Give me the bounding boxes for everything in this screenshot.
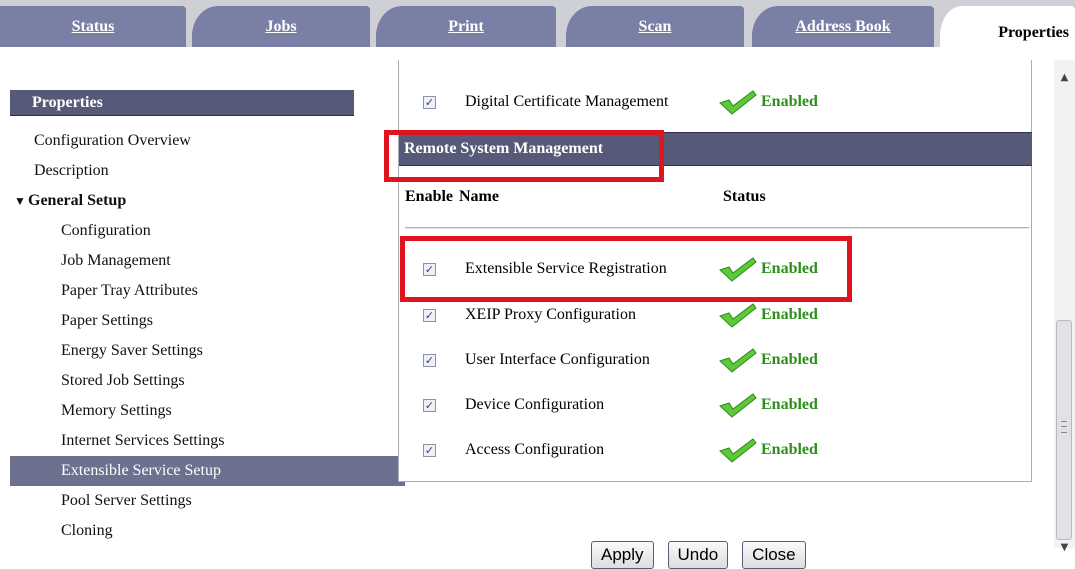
check-mark-icon [719,257,757,282]
table-row: ✓ Extensible Service Registration Enable… [423,254,818,284]
sidebar-item-extensible-service-setup[interactable]: Extensible Service Setup [10,456,405,486]
scroll-up-icon[interactable]: ▲ [1054,68,1075,88]
sidebar-header: Properties [10,90,354,116]
sidebar-item-energy-saver-settings[interactable]: Energy Saver Settings [10,336,362,366]
row-name: User Interface Configuration [465,351,650,368]
check-mark-icon [719,90,757,115]
tab-status[interactable]: Status [0,6,186,47]
sidebar-item-pool-server-settings[interactable]: Pool Server Settings [10,486,362,516]
sidebar-item-paper-settings[interactable]: Paper Settings [10,306,362,336]
sidebar-list: Configuration Overview Description ▼ Gene… [10,126,405,546]
row-name: Extensible Service Registration [465,260,667,277]
scrollbar[interactable]: ▲ ▼ [1054,60,1075,553]
main-content: ✓ Digital Certificate Management Enabled… [362,60,1050,569]
list-item: ✓ Digital Certificate Management Enabled [423,87,818,117]
tab-bar: Status Jobs Print Scan Address Book Prop… [0,0,1075,60]
status-badge: Enabled [761,93,818,110]
sidebar-item-paper-tray-attributes[interactable]: Paper Tray Attributes [10,276,362,306]
checkbox-checked-icon[interactable]: ✓ [423,443,436,457]
check-mark-icon [719,303,757,328]
table-row: ✓ XEIP Proxy Configuration Enabled [423,300,818,330]
column-header-status: Status [723,188,766,205]
check-mark-icon [719,393,757,418]
sidebar-item-stored-job-settings[interactable]: Stored Job Settings [10,366,362,396]
table-row: ✓ User Interface Configuration Enabled [423,345,818,375]
status-badge: Enabled [761,441,818,458]
sidebar-item-configuration[interactable]: Configuration [10,216,362,246]
settings-panel: ✓ Digital Certificate Management Enabled… [398,60,1032,482]
tab-jobs[interactable]: Jobs [192,6,370,47]
button-row: Apply Undo Close [591,541,806,569]
tab-scan[interactable]: Scan [566,6,744,47]
table-row: ✓ Access Configuration Enabled [423,435,818,465]
checkbox-checked-icon[interactable]: ✓ [423,95,436,109]
undo-button[interactable]: Undo [667,541,729,569]
row-name: Device Configuration [465,396,605,413]
close-button[interactable]: Close [742,541,806,569]
sidebar-item-configuration-overview[interactable]: Configuration Overview [10,126,362,156]
tab-address-book[interactable]: Address Book [752,6,934,47]
table-row: ✓ Device Configuration Enabled [423,390,818,420]
tab-print[interactable]: Print [376,6,556,47]
check-mark-icon [719,438,757,463]
row-name: Digital Certificate Management [465,93,669,110]
status-badge: Enabled [761,396,818,413]
column-header-name: Name [459,188,499,205]
checkbox-checked-icon[interactable]: ✓ [423,308,436,322]
row-name: XEIP Proxy Configuration [465,306,636,323]
scrollbar-thumb[interactable] [1056,320,1072,540]
checkbox-checked-icon[interactable]: ✓ [423,398,436,412]
sidebar-item-internet-services-settings[interactable]: Internet Services Settings [10,426,362,456]
sidebar-item-cloning[interactable]: Cloning [10,516,362,546]
sidebar-item-description[interactable]: Description [10,156,362,186]
section-header-remote-system-management: Remote System Management [399,132,1032,166]
checkbox-checked-icon[interactable]: ✓ [423,262,436,276]
sidebar: Properties Configuration Overview Descri… [0,60,405,548]
status-badge: Enabled [761,351,818,368]
checkbox-checked-icon[interactable]: ✓ [423,353,436,367]
sidebar-item-job-management[interactable]: Job Management [10,246,362,276]
status-badge: Enabled [761,306,818,323]
sidebar-item-memory-settings[interactable]: Memory Settings [10,396,362,426]
divider [405,227,1029,229]
row-name: Access Configuration [465,441,605,458]
status-badge: Enabled [761,260,818,277]
sidebar-item-general-setup[interactable]: ▼ General Setup [10,186,362,216]
grip-icon [1061,421,1067,433]
tab-properties[interactable]: Properties [940,6,1075,60]
sidebar-item-label: General Setup [28,192,127,209]
apply-button[interactable]: Apply [591,541,654,569]
triangle-down-icon: ▼ [14,194,26,208]
column-header-enable: Enable [405,188,454,205]
check-mark-icon [719,348,757,373]
scroll-down-icon[interactable]: ▼ [1054,538,1075,558]
